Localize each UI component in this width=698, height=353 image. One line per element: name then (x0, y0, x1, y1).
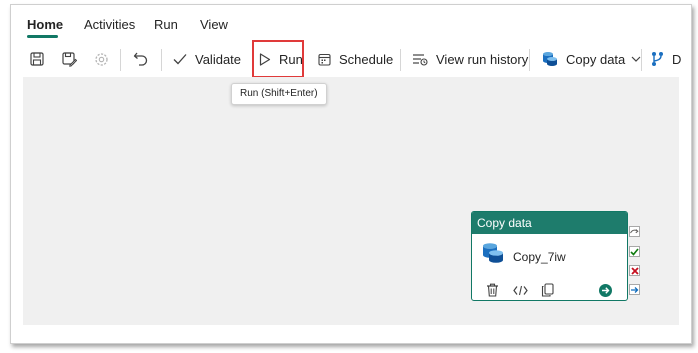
validate-label: Validate (195, 51, 242, 67)
database-icon (543, 52, 557, 66)
toolbar-separator (161, 49, 162, 71)
activity-name: Copy_7iw (513, 250, 566, 264)
code-icon[interactable] (512, 282, 528, 298)
copy-data-label: Copy data (566, 51, 626, 67)
tab-run[interactable]: Run (154, 17, 178, 32)
activity-type-label: Copy data (472, 212, 627, 234)
active-tab-indicator (27, 35, 58, 38)
undo-icon[interactable] (132, 50, 150, 68)
delete-icon[interactable] (484, 282, 500, 298)
dataflow-label: D (672, 51, 682, 67)
copy-data-activity[interactable]: Copy data Copy_7iw (471, 211, 628, 301)
chevron-down-icon (631, 56, 641, 62)
toolbar-separator (641, 49, 642, 71)
validate-button[interactable]: Validate (173, 46, 241, 72)
ribbon-tabs: Home Activities Run View (11, 5, 691, 41)
tab-home[interactable]: Home (27, 17, 63, 32)
branch-icon (652, 52, 663, 66)
schedule-button[interactable]: Schedule (318, 46, 393, 72)
checkmark-icon (173, 54, 187, 65)
run-tooltip: Run (Shift+Enter) (231, 83, 327, 105)
view-run-history-label: View run history (436, 51, 529, 67)
toolbar-separator (529, 49, 530, 71)
copy-data-dropdown[interactable]: Copy data (542, 46, 641, 72)
run-button-highlight (252, 40, 304, 78)
run-history-icon (413, 53, 428, 66)
toolbar-separator (400, 49, 401, 71)
fail-icon[interactable] (629, 265, 640, 276)
pipeline-editor-window: Home Activities Run View Validate Run Sc… (10, 4, 692, 344)
calendar-icon (318, 53, 331, 66)
toolbar-separator (120, 49, 121, 71)
completion-icon[interactable] (629, 284, 640, 295)
schedule-label: Schedule (339, 51, 394, 67)
settings-icon[interactable] (92, 50, 110, 68)
view-run-history-button[interactable]: View run history (412, 46, 528, 72)
success-icon[interactable] (629, 246, 640, 257)
copy-icon[interactable] (539, 282, 555, 298)
save-icon[interactable] (28, 50, 46, 68)
save-as-icon[interactable] (60, 50, 78, 68)
database-icon (482, 242, 504, 269)
tab-view[interactable]: View (200, 17, 228, 32)
arrow-right-icon[interactable] (599, 284, 612, 297)
skip-icon[interactable] (629, 226, 640, 237)
toolbar: Validate Run Schedule View run history C… (11, 42, 691, 76)
tab-activities[interactable]: Activities (84, 17, 135, 32)
dataflow-button[interactable]: D (651, 46, 681, 72)
